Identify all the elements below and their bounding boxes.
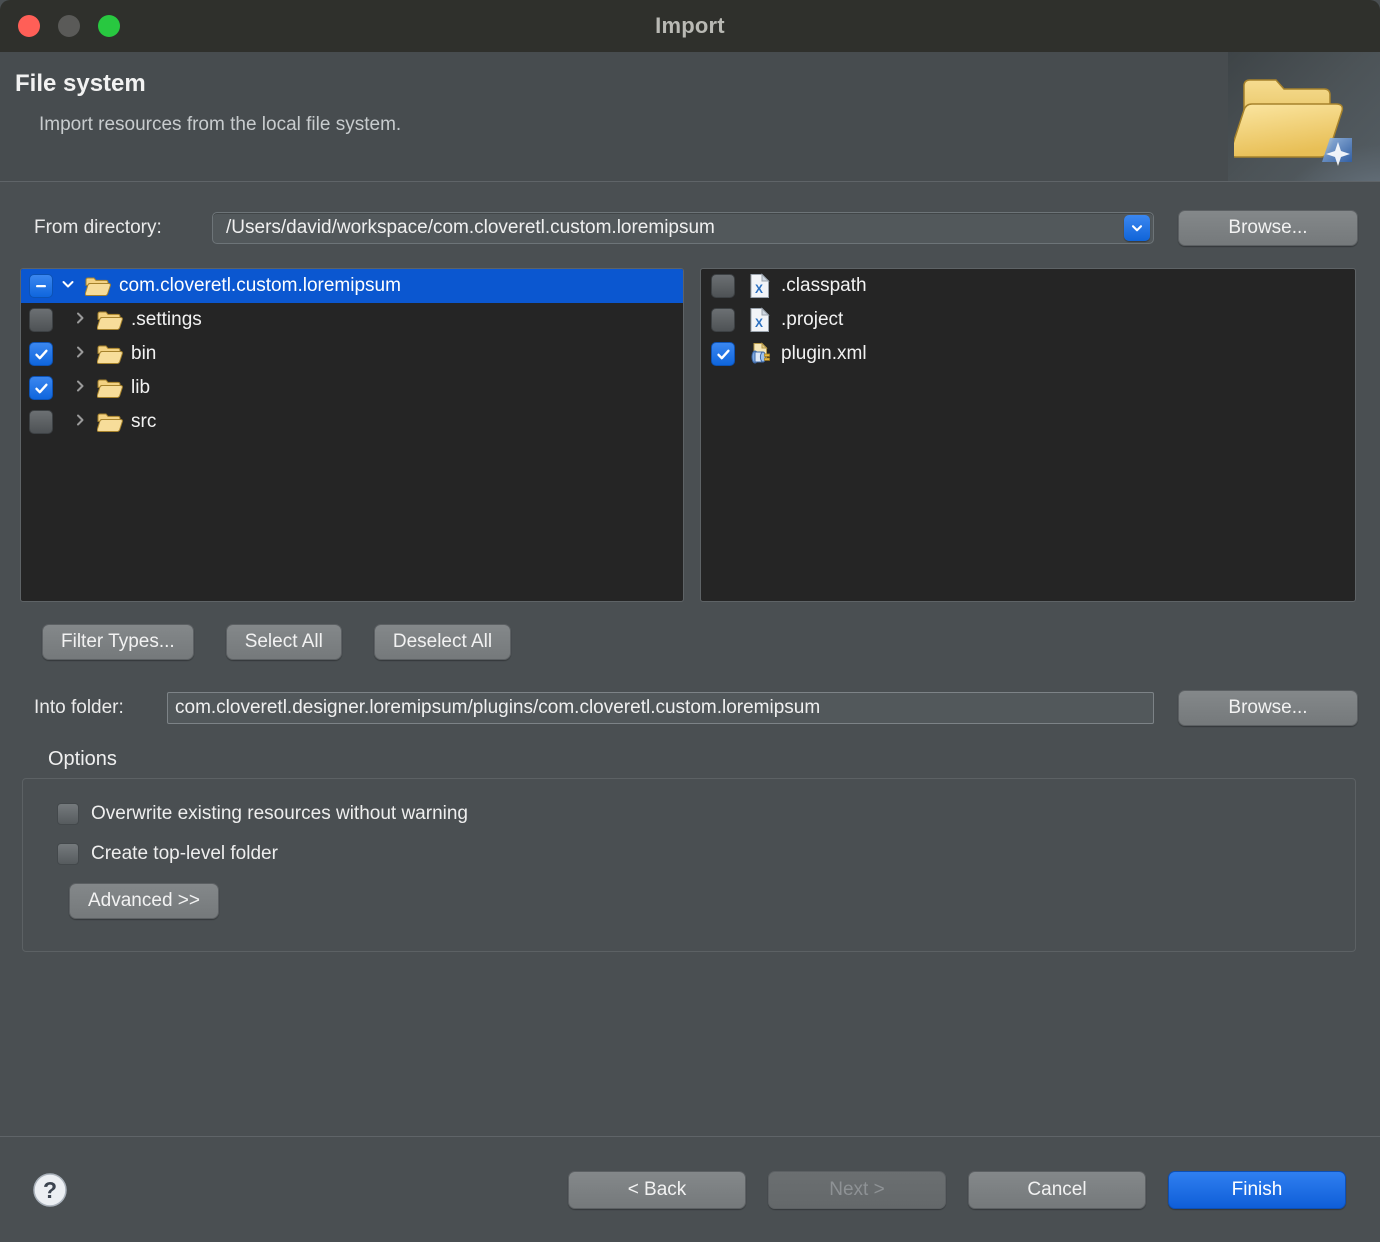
xml-file-icon: X — [745, 273, 775, 299]
advanced-button[interactable]: Advanced >> — [69, 883, 219, 919]
into-folder-input[interactable]: com.cloveretl.designer.loremipsum/plugin… — [167, 692, 1154, 724]
dialog-body: From directory: /Users/david/workspace/c… — [0, 182, 1380, 1136]
dialog-footer: ? < Back Next > Cancel Finish — [0, 1136, 1380, 1242]
chevron-right-icon — [72, 412, 88, 433]
page-description: Import resources from the local file sys… — [39, 114, 402, 135]
wizard-navigation-buttons: < Back Next > Cancel Finish — [568, 1170, 1346, 1209]
chevron-down-icon — [1130, 221, 1144, 235]
from-directory-label: From directory: — [34, 217, 162, 238]
overwrite-label: Overwrite existing resources without war… — [91, 803, 468, 824]
tree-item-label: src — [131, 411, 157, 432]
file-list-pane[interactable]: X .classpath X .project plugin.xml — [700, 268, 1356, 602]
open-folder-icon — [95, 310, 125, 331]
source-browse-button[interactable]: Browse... — [1178, 210, 1358, 246]
tree-src-checkbox[interactable] — [29, 410, 53, 434]
selection-button-row: Filter Types... Select All Deselect All — [0, 602, 1380, 660]
file-item-label: .classpath — [781, 275, 867, 296]
window-title: Import — [655, 13, 725, 38]
chevron-right-icon — [72, 310, 88, 331]
tree-row-root[interactable]: com.cloveretl.custom.loremipsum — [21, 269, 683, 303]
back-button[interactable]: < Back — [568, 1170, 746, 1209]
tree-row-src[interactable]: src — [21, 405, 683, 439]
into-folder-label: Into folder: — [34, 697, 124, 718]
tree-settings-twisty[interactable] — [65, 310, 95, 331]
source-directory-row: From directory: /Users/david/workspace/c… — [0, 182, 1380, 246]
title-bar: Import — [0, 0, 1380, 52]
page-title: File system — [15, 70, 146, 97]
tree-item-label: bin — [131, 343, 157, 364]
next-button: Next > — [768, 1170, 946, 1209]
file-row-classpath[interactable]: X .classpath — [701, 269, 1355, 303]
option-overwrite-row[interactable]: Overwrite existing resources without war… — [57, 803, 1355, 825]
traffic-light-group — [0, 15, 120, 37]
tree-root-twisty[interactable] — [53, 276, 83, 297]
cancel-button[interactable]: Cancel — [968, 1170, 1146, 1209]
header-banner-art — [1228, 52, 1380, 181]
svg-text:X: X — [755, 282, 763, 296]
zoom-button[interactable] — [98, 15, 120, 37]
create-top-level-folder-label: Create top-level folder — [91, 843, 278, 864]
file-classpath-checkbox[interactable] — [711, 274, 735, 298]
svg-text:?: ? — [43, 1177, 57, 1203]
open-folder-icon — [95, 344, 125, 365]
deselect-all-button[interactable]: Deselect All — [373, 624, 512, 660]
tree-src-twisty[interactable] — [65, 412, 95, 433]
chevron-right-icon — [72, 378, 88, 399]
file-row-plugin-xml[interactable]: plugin.xml — [701, 337, 1355, 371]
destination-folder-row: Into folder: com.cloveretl.designer.lore… — [0, 660, 1380, 726]
minimize-button[interactable] — [58, 15, 80, 37]
from-directory-dropdown-button[interactable] — [1124, 215, 1150, 241]
create-top-level-folder-checkbox[interactable] — [57, 843, 79, 865]
svg-text:X: X — [755, 316, 763, 330]
tree-bin-checkbox[interactable] — [29, 342, 53, 366]
overwrite-checkbox[interactable] — [57, 803, 79, 825]
tree-row-lib[interactable]: lib — [21, 371, 683, 405]
options-group: Options Overwrite existing resources wit… — [22, 748, 1356, 952]
select-all-button[interactable]: Select All — [225, 624, 342, 660]
tree-root-label: com.cloveretl.custom.loremipsum — [119, 275, 401, 296]
tree-lib-twisty[interactable] — [65, 378, 95, 399]
directory-tree-pane[interactable]: com.cloveretl.custom.loremipsum .setting… — [20, 268, 684, 602]
options-group-box: Overwrite existing resources without war… — [22, 778, 1356, 952]
tree-row-bin[interactable]: bin — [21, 337, 683, 371]
import-dialog-window: Import File system Import resources from… — [0, 0, 1380, 1242]
options-legend: Options — [48, 748, 117, 770]
tree-row-settings[interactable]: .settings — [21, 303, 683, 337]
open-folder-icon — [95, 378, 125, 399]
wizard-header: File system Import resources from the lo… — [0, 52, 1380, 182]
from-directory-input[interactable]: /Users/david/workspace/com.cloveretl.cus… — [213, 217, 1124, 239]
selection-panes: com.cloveretl.custom.loremipsum .setting… — [0, 246, 1380, 602]
tree-bin-twisty[interactable] — [65, 344, 95, 365]
help-question-icon[interactable]: ? — [32, 1172, 68, 1208]
file-row-project[interactable]: X .project — [701, 303, 1355, 337]
chevron-right-icon — [72, 344, 88, 365]
close-button[interactable] — [18, 15, 40, 37]
file-project-checkbox[interactable] — [711, 308, 735, 332]
tree-lib-checkbox[interactable] — [29, 376, 53, 400]
option-top-level-row[interactable]: Create top-level folder — [57, 843, 1355, 865]
tree-root-checkbox[interactable] — [29, 274, 53, 298]
finish-button[interactable]: Finish — [1168, 1170, 1346, 1209]
chevron-down-icon — [60, 276, 76, 297]
filter-types-button[interactable]: Filter Types... — [42, 624, 194, 660]
advanced-button-wrap: Advanced >> — [57, 883, 1355, 919]
file-item-label: .project — [781, 309, 844, 330]
file-item-label: plugin.xml — [781, 343, 867, 364]
destination-browse-button[interactable]: Browse... — [1178, 690, 1358, 726]
tree-item-label: .settings — [131, 309, 202, 330]
open-folder-icon — [95, 412, 125, 433]
plugin-file-icon — [745, 341, 775, 367]
from-directory-combo[interactable]: /Users/david/workspace/com.cloveretl.cus… — [212, 212, 1154, 244]
tree-item-label: lib — [131, 377, 151, 398]
open-folder-icon — [83, 276, 113, 297]
xml-file-icon: X — [745, 307, 775, 333]
tree-settings-checkbox[interactable] — [29, 308, 53, 332]
file-plugin-checkbox[interactable] — [711, 342, 735, 366]
